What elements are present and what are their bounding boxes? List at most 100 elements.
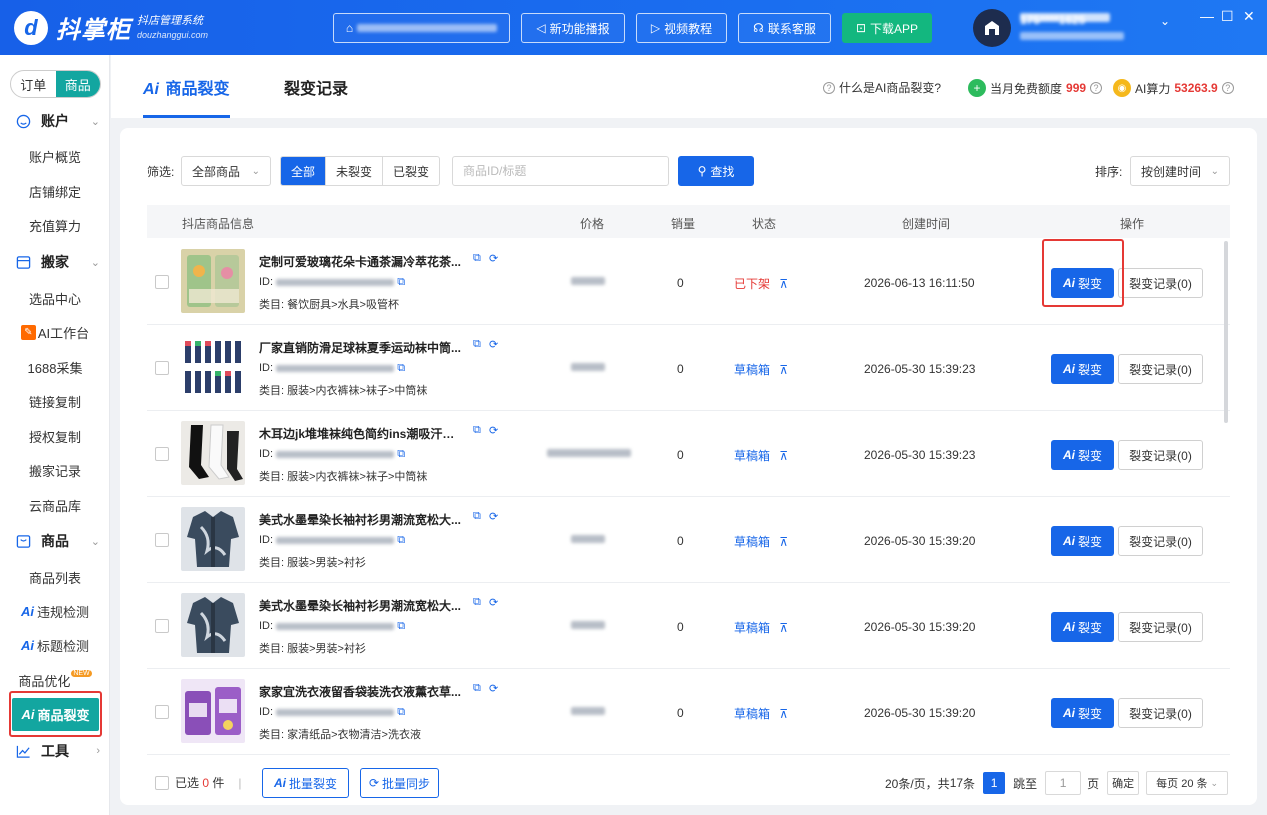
- copy-icon[interactable]: ⧉: [397, 706, 405, 718]
- copy-icon[interactable]: ⧉: [473, 510, 481, 523]
- question-icon[interactable]: ?: [1090, 82, 1103, 94]
- copy-icon[interactable]: ⧉: [473, 596, 481, 609]
- copy-icon[interactable]: ⧉: [473, 424, 481, 437]
- refresh-icon[interactable]: ⟳: [489, 510, 498, 523]
- sidebar-group-migrate[interactable]: 搬家 ⌄: [0, 247, 110, 277]
- new-features-button[interactable]: ◁ 新功能播报: [521, 13, 625, 43]
- help-link[interactable]: ? 什么是AI商品裂变?: [823, 79, 941, 96]
- sidebar-item-shop-binding[interactable]: 店铺绑定: [0, 176, 110, 206]
- maximize-icon[interactable]: ☐: [1221, 8, 1234, 25]
- fission-button[interactable]: Ai 裂变: [1051, 354, 1114, 384]
- copy-icon[interactable]: ⧉: [397, 448, 405, 460]
- fission-button[interactable]: Ai 裂变: [1051, 526, 1114, 556]
- copy-icon[interactable]: ⧉: [473, 338, 481, 351]
- row-checkbox[interactable]: [155, 705, 169, 719]
- refresh-icon[interactable]: ⟳: [489, 596, 498, 609]
- sidebar-item-violation-check[interactable]: Ai 违规检测: [0, 596, 110, 626]
- product-name[interactable]: 家家宜洗衣液留香袋装洗衣液薰衣草...: [259, 683, 464, 700]
- sidebar-item-link-copy[interactable]: 链接复制: [0, 386, 110, 416]
- table-scrollbar[interactable]: [1224, 241, 1228, 423]
- fission-button[interactable]: Ai 裂变: [1051, 698, 1114, 728]
- jump-input[interactable]: 1: [1045, 771, 1082, 795]
- download-app-button[interactable]: ⊡ 下载APP: [842, 13, 932, 43]
- tab-fission-records[interactable]: 裂变记录: [284, 75, 348, 99]
- search-button[interactable]: ⚲ 查找: [678, 156, 754, 186]
- pin-top-icon[interactable]: ⊼: [779, 707, 788, 721]
- copy-icon[interactable]: ⧉: [397, 362, 405, 374]
- row-checkbox[interactable]: [155, 275, 169, 289]
- sidebar-item-cloud-library[interactable]: 云商品库: [0, 490, 110, 520]
- jump-confirm-button[interactable]: 确定: [1107, 771, 1140, 795]
- batch-fission-button[interactable]: Ai 批量裂变: [262, 768, 349, 798]
- avatar[interactable]: [973, 9, 1011, 47]
- toggle-products[interactable]: 商品: [55, 71, 100, 97]
- fission-records-button[interactable]: 裂变记录(0): [1118, 612, 1203, 642]
- sidebar-item-account-overview[interactable]: 账户概览: [0, 141, 110, 171]
- close-icon[interactable]: ✕: [1243, 8, 1255, 25]
- product-name[interactable]: 木耳边jk堆堆袜纯色简约ins潮吸汗中...: [259, 425, 464, 442]
- fission-records-button[interactable]: 裂变记录(0): [1118, 526, 1203, 556]
- select-all-checkbox[interactable]: [155, 775, 169, 790]
- fission-records-button[interactable]: 裂变记录(0): [1118, 354, 1203, 384]
- per-page-select[interactable]: 每页 20 条 ⌄: [1146, 771, 1229, 795]
- product-thumbnail[interactable]: [181, 249, 245, 313]
- row-checkbox[interactable]: [155, 447, 169, 461]
- fission-records-button[interactable]: 裂变记录(0): [1118, 440, 1203, 470]
- chevron-down-icon[interactable]: ⌄: [1160, 14, 1170, 28]
- sidebar-item-migrate-records[interactable]: 搬家记录: [0, 455, 110, 485]
- sidebar-item-product-list[interactable]: 商品列表: [0, 562, 110, 592]
- sidebar-item-ai-workbench[interactable]: ✎ AI工作台: [0, 317, 110, 347]
- minimize-icon[interactable]: —: [1200, 8, 1214, 24]
- refresh-icon[interactable]: ⟳: [489, 424, 498, 437]
- tab-product-fission[interactable]: Ai 商品裂变: [143, 75, 229, 99]
- sidebar-item-1688-collect[interactable]: 1688采集: [0, 352, 110, 382]
- contact-support-button[interactable]: ☊ 联系客服: [738, 13, 831, 43]
- row-checkbox[interactable]: [155, 361, 169, 375]
- refresh-icon[interactable]: ⟳: [489, 682, 498, 695]
- sidebar-item-recharge[interactable]: 充值算力: [0, 210, 110, 240]
- user-info[interactable]: 175****1625: [1020, 13, 1124, 43]
- filter-scope-select[interactable]: 全部商品 ⌄: [181, 156, 271, 186]
- product-name[interactable]: 厂家直销防滑足球袜夏季运动袜中筒...: [259, 339, 464, 356]
- product-name[interactable]: 美式水墨晕染长袖衬衫男潮流宽松大...: [259, 597, 464, 614]
- fission-records-button[interactable]: 裂变记录(0): [1118, 268, 1203, 298]
- sidebar-item-title-check[interactable]: Ai 标题检测: [0, 630, 110, 660]
- sort-select[interactable]: 按创建时间 ⌄: [1130, 156, 1230, 186]
- product-thumbnail[interactable]: [181, 421, 245, 485]
- pin-top-icon[interactable]: ⊼: [779, 621, 788, 635]
- copy-icon[interactable]: ⧉: [473, 252, 481, 265]
- product-thumbnail[interactable]: [181, 679, 245, 743]
- status-filter-fissioned[interactable]: 已裂变: [383, 157, 439, 185]
- question-icon[interactable]: ?: [1221, 82, 1234, 94]
- copy-icon[interactable]: ⧉: [473, 682, 481, 695]
- sidebar-group-products[interactable]: 商品 ⌄: [0, 526, 110, 556]
- pin-top-icon[interactable]: ⊼: [779, 277, 788, 291]
- copy-icon[interactable]: ⧉: [397, 534, 405, 546]
- fission-button[interactable]: Ai 裂变: [1051, 612, 1114, 642]
- toggle-orders[interactable]: 订单: [11, 71, 56, 97]
- product-thumbnail[interactable]: [181, 507, 245, 571]
- sidebar-item-product-selection[interactable]: 选品中心: [0, 283, 110, 313]
- sidebar-group-account[interactable]: 账户 ⌄: [0, 106, 110, 136]
- page-1-button[interactable]: 1: [983, 772, 1006, 794]
- search-input[interactable]: [452, 156, 669, 186]
- copy-icon[interactable]: ⧉: [397, 276, 405, 288]
- product-name[interactable]: 美式水墨晕染长袖衬衫男潮流宽松大...: [259, 511, 464, 528]
- pin-top-icon[interactable]: ⊼: [779, 535, 788, 549]
- pin-top-icon[interactable]: ⊼: [779, 449, 788, 463]
- fission-records-button[interactable]: 裂变记录(0): [1118, 698, 1203, 728]
- refresh-icon[interactable]: ⟳: [489, 338, 498, 351]
- refresh-icon[interactable]: ⟳: [489, 252, 498, 265]
- row-checkbox[interactable]: [155, 533, 169, 547]
- product-name[interactable]: 定制可爱玻璃花朵卡通茶漏冷萃花茶...: [259, 253, 464, 270]
- copy-icon[interactable]: ⧉: [397, 620, 405, 632]
- fission-button[interactable]: Ai 裂变: [1051, 440, 1114, 470]
- pin-top-icon[interactable]: ⊼: [779, 363, 788, 377]
- shop-switcher[interactable]: ⌂: [333, 13, 510, 43]
- status-filter-all[interactable]: 全部: [281, 157, 327, 185]
- product-thumbnail[interactable]: [181, 593, 245, 657]
- product-thumbnail[interactable]: [181, 335, 245, 399]
- sidebar-item-auth-copy[interactable]: 授权复制: [0, 421, 110, 451]
- batch-sync-button[interactable]: ⟳ 批量同步: [360, 768, 439, 798]
- row-checkbox[interactable]: [155, 619, 169, 633]
